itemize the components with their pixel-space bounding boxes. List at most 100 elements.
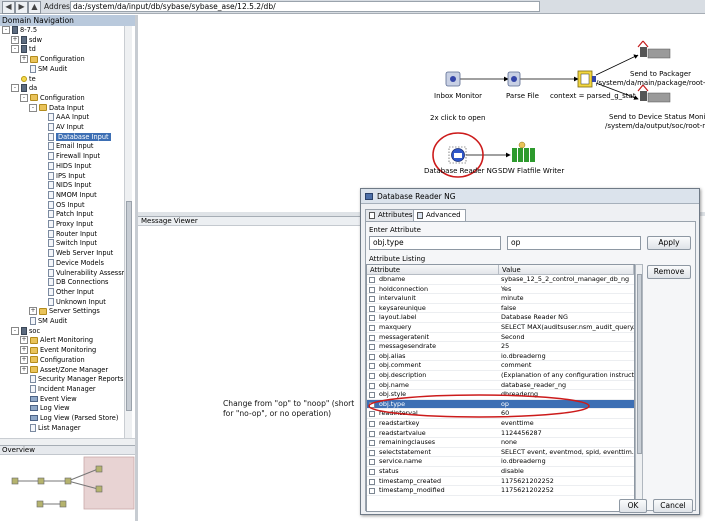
- tree-item[interactable]: - soc: [11, 326, 40, 337]
- tree-item[interactable]: - td: [11, 45, 36, 55]
- table-row[interactable]: keysareunique false: [367, 304, 634, 314]
- table-row[interactable]: readinterval 60: [367, 409, 634, 419]
- tree-item[interactable]: SM Audit: [20, 317, 67, 327]
- tree-item[interactable]: NMOM Input: [38, 190, 97, 201]
- navigation-scrollbar[interactable]: [124, 26, 132, 438]
- tree-item[interactable]: AAA Input: [38, 113, 89, 123]
- table-row[interactable]: messagesendrate 25: [367, 342, 634, 352]
- tree-item[interactable]: Email Input: [38, 142, 93, 152]
- send-to-status-monitor-node[interactable]: [637, 84, 671, 103]
- tree-item[interactable]: Database Input: [38, 132, 111, 143]
- database-reader-node[interactable]: [448, 146, 467, 164]
- overview-panel[interactable]: [0, 454, 135, 521]
- back-button[interactable]: ◀: [2, 1, 15, 14]
- scrollbar-thumb[interactable]: [126, 201, 132, 411]
- dialog-title-bar[interactable]: Database Reader NG: [361, 189, 699, 204]
- collapse-toggle-icon[interactable]: -: [11, 45, 19, 54]
- attribute-value-input[interactable]: op: [507, 236, 641, 250]
- tree-item[interactable]: NIDS Input: [38, 181, 91, 191]
- expand-toggle-icon[interactable]: +: [20, 55, 28, 64]
- forward-button[interactable]: ◀: [15, 1, 28, 14]
- collapse-toggle-icon[interactable]: -: [2, 26, 10, 34]
- inbox-monitor-node[interactable]: [445, 71, 461, 87]
- up-button[interactable]: ▲: [28, 1, 41, 14]
- collapse-toggle-icon[interactable]: -: [11, 326, 19, 335]
- expand-toggle-icon[interactable]: +: [20, 355, 28, 364]
- remove-button[interactable]: Remove: [647, 265, 691, 279]
- tree-item[interactable]: + Configuration: [20, 55, 85, 65]
- table-row[interactable]: remainingclauses none: [367, 438, 634, 448]
- expand-toggle-icon[interactable]: +: [29, 307, 37, 316]
- tree-item[interactable]: OS Input: [38, 200, 85, 211]
- tree-item[interactable]: Log View: [20, 404, 70, 414]
- table-row[interactable]: obj.type op: [367, 399, 634, 410]
- tree-item[interactable]: Event View: [20, 395, 77, 405]
- expand-toggle-icon[interactable]: +: [20, 336, 28, 345]
- table-row[interactable]: readstartvalue 1124456287: [367, 429, 634, 439]
- tree-item[interactable]: IPS Input: [38, 171, 85, 182]
- navigation-horizontal-scrollbar[interactable]: [0, 438, 135, 445]
- tree-item[interactable]: Proxy Input: [38, 220, 93, 230]
- table-row[interactable]: obj.name database_reader_ng: [367, 381, 634, 391]
- tree-item[interactable]: HIDS Input: [38, 161, 91, 172]
- tree-item[interactable]: SM Audit: [20, 64, 67, 75]
- tree-item[interactable]: Patch Input: [38, 210, 93, 220]
- collapse-toggle-icon[interactable]: -: [20, 93, 28, 102]
- process-canvas[interactable]: Inbox Monitor Parse File context = parse…: [138, 15, 705, 212]
- tree-item[interactable]: Switch Input: [38, 239, 97, 249]
- tree-item[interactable]: List Manager: [20, 423, 81, 434]
- expand-toggle-icon[interactable]: +: [20, 346, 28, 355]
- tree-item[interactable]: Device Models: [38, 258, 104, 269]
- tree-item[interactable]: + Asset/Zone Manager: [20, 365, 108, 376]
- tree-item[interactable]: Unknown Input: [38, 297, 106, 308]
- tree-item[interactable]: AV Input: [38, 123, 84, 133]
- send-to-packager-node[interactable]: [637, 40, 671, 59]
- table-row[interactable]: timestamp_created 1175621202252: [367, 477, 634, 487]
- cancel-button[interactable]: Cancel: [653, 499, 693, 513]
- address-field[interactable]: da:/system/da/input/db/sybase/sybase_ase…: [70, 1, 540, 12]
- table-row[interactable]: selectstatement SELECT event, eventmod, s…: [367, 448, 634, 458]
- tree-item[interactable]: DB Connections: [38, 278, 108, 288]
- expand-toggle-icon[interactable]: +: [20, 365, 28, 374]
- table-row[interactable]: messageratenit Second: [367, 333, 634, 343]
- column-header-attribute[interactable]: Attribute: [367, 265, 499, 275]
- table-row[interactable]: obj.comment comment: [367, 361, 634, 371]
- tree-item[interactable]: + Event Monitoring: [20, 346, 96, 356]
- attribute-table-scrollbar[interactable]: [635, 264, 643, 512]
- table-row[interactable]: status disable: [367, 467, 634, 477]
- expand-toggle-icon[interactable]: +: [11, 35, 19, 44]
- table-scrollbar-thumb[interactable]: [637, 274, 642, 454]
- context-filter-node[interactable]: [577, 70, 596, 88]
- tree-item[interactable]: Security Manager Reports: [20, 375, 123, 385]
- parse-file-node[interactable]: [507, 71, 521, 87]
- table-row[interactable]: maxquery SELECT MAX(auditsuser.nsm_audit_…: [367, 323, 634, 333]
- table-row[interactable]: intervalunit minute: [367, 294, 634, 304]
- tree-item[interactable]: Log View (Parsed Store): [20, 414, 118, 424]
- ok-button[interactable]: OK: [619, 499, 647, 513]
- tree-item[interactable]: + Alert Monitoring: [20, 336, 93, 346]
- table-row[interactable]: obj.alias io.dbreaderng: [367, 352, 634, 362]
- apply-button[interactable]: Apply: [647, 236, 691, 250]
- table-row[interactable]: service.name io.dbreaderng: [367, 457, 634, 467]
- attribute-name-input[interactable]: obj.type: [369, 236, 501, 250]
- tree-item[interactable]: - da: [11, 84, 37, 94]
- sdw-writer-node[interactable]: [512, 141, 535, 162]
- table-row[interactable]: obj.style dbreaderng: [367, 390, 634, 400]
- column-header-value[interactable]: Value: [499, 265, 634, 275]
- table-row[interactable]: dbname sybase_12_5_2_control_manager_db_n…: [367, 275, 634, 285]
- tree-item[interactable]: Firewall Input: [38, 152, 100, 162]
- table-row[interactable]: holdconnection Yes: [367, 285, 634, 295]
- table-row[interactable]: readstartkey eventtime: [367, 419, 634, 429]
- tree-item[interactable]: Vulnerability Assessmen: [38, 268, 124, 279]
- tree-item[interactable]: - Configuration: [20, 93, 85, 104]
- collapse-toggle-icon[interactable]: -: [29, 103, 37, 112]
- tree-item[interactable]: + Configuration: [20, 355, 85, 366]
- table-row[interactable]: timestamp_modified 1175621202252: [367, 486, 634, 496]
- table-row[interactable]: obj.description (Explanation of any confi…: [367, 371, 634, 381]
- tree-item[interactable]: Incident Manager: [20, 384, 96, 395]
- tree-item[interactable]: - Data Input: [29, 103, 84, 114]
- tree-item[interactable]: - 8-7.5: [2, 26, 37, 36]
- collapse-toggle-icon[interactable]: -: [11, 84, 19, 93]
- tree-item[interactable]: Router Input: [38, 229, 97, 240]
- tree-item[interactable]: te: [11, 75, 36, 85]
